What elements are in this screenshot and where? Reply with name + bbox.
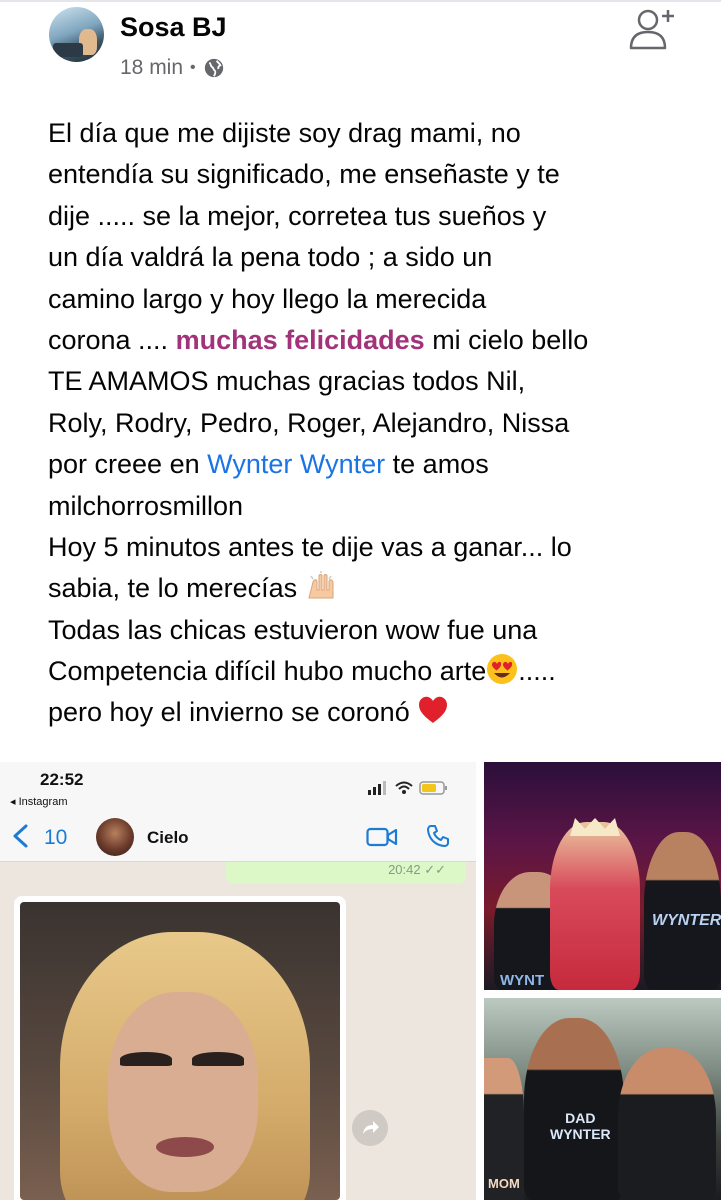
photo-crown: [570, 818, 620, 836]
contact-name: Cielo: [147, 828, 189, 847]
photo-person-right: [644, 832, 721, 990]
photo-queen: [550, 822, 640, 990]
portrait-brow-left: [120, 1052, 172, 1066]
phone-status-bar: 22:52 ◂ Instagram: [0, 762, 476, 810]
post-text-segment: corona ....: [48, 324, 176, 355]
heart-eyes-emoji: [486, 653, 518, 685]
post-text-line: corona .... muchas felicidades mi cielo …: [48, 320, 698, 361]
post-text-line: por creee en Wynter Wynter te amos: [48, 444, 698, 485]
page-tag-link[interactable]: Wynter Wynter: [207, 449, 385, 479]
shirt-text-left: WYNT: [500, 972, 545, 989]
shirt-text-right: WYNTER: [652, 912, 721, 929]
unread-count[interactable]: 10: [44, 826, 67, 850]
red-heart-emoji: [417, 694, 449, 726]
post-text-line: Competencia difícil hubo mucho arte.....: [48, 651, 698, 692]
meta-separator: •: [190, 59, 196, 76]
post-text-line: entendía su significado, me enseñaste y …: [48, 159, 560, 190]
status-time: 22:52: [40, 770, 84, 789]
drag-portrait: [20, 902, 340, 1200]
photo-man: [524, 1018, 624, 1200]
post-text-line: sabia, te lo merecías: [48, 568, 698, 609]
back-to-app: ◂ Instagram: [10, 796, 68, 808]
post-text-segment: .....: [518, 656, 556, 687]
shirt-text-dad: DAD WYNTER: [550, 1110, 611, 1142]
add-friend-icon[interactable]: [626, 4, 678, 52]
post-text-line: Todas las chicas estuvieron wow fue una: [48, 614, 538, 645]
avatar-detail: [53, 43, 83, 57]
photo-family[interactable]: DAD WYNTER MOM: [484, 998, 721, 1200]
post-text-segment: sabia, te lo merecías: [48, 573, 305, 604]
post-text-line: El día que me dijiste soy drag mami, no: [48, 118, 521, 148]
forward-icon: [352, 1110, 388, 1146]
post-text-segment: Competencia difícil hubo mucho arte: [48, 656, 487, 687]
post-text-segment: por creee en: [48, 449, 208, 480]
post-time[interactable]: 18 min: [120, 56, 183, 80]
post-text-line: camino largo y hoy llego la merecida: [48, 283, 487, 314]
photo-woman: [618, 1048, 716, 1200]
post-text-segment: te amos: [385, 449, 489, 480]
wifi-icon: [395, 781, 413, 790]
chevron-left-icon[interactable]: [10, 824, 32, 848]
portrait-face: [108, 992, 258, 1192]
post-text-line: Roly, Rodry, Pedro, Roger, Alejandro, Ni…: [48, 407, 570, 438]
author-name[interactable]: Sosa BJ: [120, 12, 227, 43]
post-meta: 18 min •: [120, 56, 225, 80]
shirt-text-dad-2: WYNTER: [550, 1126, 611, 1142]
profile-tag-link[interactable]: muchas felicidades: [176, 325, 425, 355]
post-media: 22:52 ◂ Instagram 10 Cielo 20:42 ✓✓ WYNT…: [0, 762, 721, 1200]
shirt-text-mom: MOM: [488, 1176, 520, 1191]
post-text-segment: pero hoy el invierno se coronó: [48, 697, 418, 728]
post-body: El día que me dijiste soy drag mami, no e…: [48, 113, 698, 734]
post-text-line: Hoy 5 minutos antes te dije vas a ganar.…: [48, 531, 572, 562]
shirt-text-dad-1: DAD: [565, 1110, 596, 1126]
post-text-line: TE AMAMOS muchas gracias todos Nil,: [48, 366, 526, 397]
status-icons: [368, 781, 447, 795]
bubble-time: 20:42 ✓✓: [388, 862, 446, 877]
outgoing-bubble: 20:42 ✓✓: [226, 862, 466, 884]
post-text-line: milchorrosmillon: [48, 490, 244, 521]
post-text-line: un día valdrá la pena todo ; a sido un: [48, 242, 493, 273]
contact-avatar: [96, 818, 134, 856]
raising-hands-emoji: [305, 570, 337, 602]
post-text-segment: mi cielo bello: [424, 324, 589, 355]
shared-screenshot[interactable]: 22:52 ◂ Instagram 10 Cielo 20:42 ✓✓: [0, 762, 476, 1200]
post-header: Sosa BJ 18 min •: [0, 0, 721, 100]
photo-crowning[interactable]: WYNTER WYNT: [484, 762, 721, 990]
portrait-brow-right: [192, 1052, 244, 1066]
chat-nav-bar: 10 Cielo: [0, 810, 476, 862]
video-call-icon: [366, 827, 398, 847]
post-text-line: pero hoy el invierno se coronó: [48, 692, 698, 733]
author-avatar[interactable]: [49, 7, 104, 62]
portrait-lips: [156, 1137, 214, 1157]
post-text-line: dije ..... se la mejor, corretea tus sue…: [48, 200, 547, 231]
photo-message: [14, 896, 346, 1200]
globe-icon[interactable]: [203, 57, 225, 79]
phone-icon: [427, 825, 449, 847]
signal-icon: [368, 790, 371, 795]
